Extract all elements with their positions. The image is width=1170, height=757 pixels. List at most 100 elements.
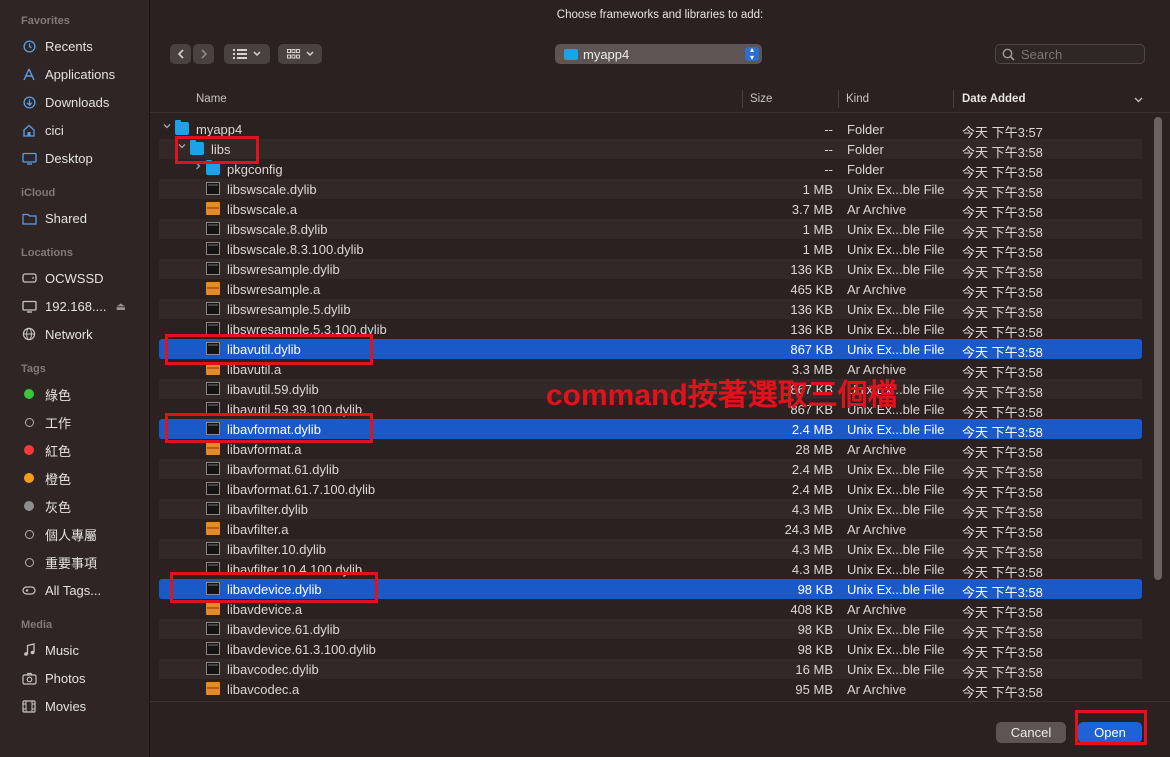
sidebar-item-5-3[interactable]: 灰色 [20, 495, 146, 517]
file-row[interactable]: libswresample.5.dylib 136 KB Unix Ex...ble… [159, 299, 1142, 320]
file-kind: Ar Archive [847, 442, 907, 457]
file-name: libavdevice.61.3.100.dylib [227, 642, 376, 657]
sidebar-item-3-2[interactable]: Network [20, 323, 146, 345]
chevron-down-icon [253, 51, 261, 57]
file-row[interactable]: libswscale.dylib 1 MB Unix Ex...ble File 今天… [159, 179, 1142, 200]
sidebar-item-2-2[interactable]: 192.168.... ⏏ [20, 295, 146, 317]
archive-file-icon [206, 522, 220, 535]
file-name: libavdevice.61.dylib [227, 622, 340, 637]
file-kind: Unix Ex...ble File [847, 502, 945, 517]
file-size: 2.4 MB [791, 422, 833, 437]
column-header-date-added[interactable]: Date Added [962, 93, 1025, 105]
sidebar-item-2-4[interactable]: Photos [20, 667, 146, 689]
file-row[interactable]: libavcodec.a 95 MB Ar Archive 今天 下午3:58 [159, 679, 1142, 700]
executable-file-icon [206, 662, 220, 675]
file-row[interactable]: libavformat.61.dylib 2.4 MB Unix Ex...ble … [159, 459, 1142, 480]
file-row[interactable]: libavfilter.10.dylib 4.3 MB Unix Ex...ble … [159, 539, 1142, 560]
sidebar-item-1-3[interactable]: 綠色 [20, 383, 146, 405]
search-field[interactable]: Search [995, 44, 1145, 64]
executable-file-icon [206, 482, 220, 495]
file-size: 136 KB [790, 322, 833, 337]
file-row[interactable]: libswresample.dylib 136 KB Unix Ex...ble F… [159, 259, 1142, 280]
file-name: libavformat.61.dylib [227, 462, 339, 477]
file-kind: Ar Archive [847, 602, 907, 617]
disclosure-expanded-icon[interactable] [163, 122, 171, 133]
sidebar-item-3-3[interactable]: 紅色 [20, 439, 146, 461]
file-row[interactable]: libavdevice.61.dylib 98 KB Unix Ex...ble F… [159, 619, 1142, 640]
scrollbar[interactable] [1154, 117, 1162, 580]
column-header-name[interactable]: Name [196, 93, 227, 105]
path-popup[interactable]: myapp4 ▴ ▾ [555, 44, 762, 64]
file-row[interactable]: libswscale.8.3.100.dylib 1 MB Unix Ex...bl… [159, 239, 1142, 260]
column-header-kind[interactable]: Kind [846, 93, 869, 105]
executable-file-icon [206, 222, 220, 235]
forward-button[interactable] [193, 44, 214, 64]
file-row[interactable]: libs -- Folder 今天 下午3:58 [159, 139, 1142, 160]
file-size: 136 KB [790, 262, 833, 277]
sidebar-item-4-0[interactable]: cici [20, 119, 146, 141]
sidebar-item-5-0[interactable]: Desktop [20, 147, 146, 169]
list-view-icon [233, 49, 247, 59]
tag-color-icon [20, 445, 38, 455]
archive-file-icon [206, 442, 220, 455]
sidebar-item-1-2[interactable]: OCWSSD [20, 267, 146, 289]
file-name: libswscale.a [227, 202, 298, 217]
sidebar-item-label: 橙色 [45, 471, 72, 487]
dialog-title: Choose frameworks and libraries to add: [556, 9, 764, 21]
file-size: 867 KB [790, 342, 833, 357]
file-row[interactable]: myapp4 -- Folder 今天 下午3:57 [159, 119, 1142, 140]
sidebar-item-7-3[interactable]: 重要事項 [20, 551, 146, 573]
file-name: libswresample.dylib [227, 262, 340, 277]
sidebar-item-1-4[interactable]: Music [20, 639, 146, 661]
sidebar-item-1-1[interactable]: Shared [20, 207, 146, 229]
file-row[interactable]: libavcodec.dylib 16 MB Unix Ex...ble File 今… [159, 659, 1142, 680]
sidebar-item-label: 灰色 [45, 499, 72, 515]
clock-icon [20, 39, 38, 53]
file-size: 98 KB [797, 582, 833, 597]
sidebar-section-icloud: iCloud [21, 187, 56, 199]
sidebar-item-6-3[interactable]: 個人專屬 [20, 523, 146, 545]
group-button[interactable] [278, 44, 322, 64]
sidebar-item-2-3[interactable]: 工作 [20, 411, 146, 433]
eject-icon[interactable]: ⏏ [116, 300, 126, 313]
sidebar-item-label: Desktop [45, 150, 93, 166]
column-header-size[interactable]: Size [750, 93, 772, 105]
column-headers: Name Size Kind Date Added [150, 86, 1170, 113]
file-row[interactable]: libswscale.8.dylib 1 MB Unix Ex...ble File… [159, 219, 1142, 240]
sidebar-item-8-3[interactable]: All Tags... [20, 579, 146, 601]
sidebar-item-2-0[interactable]: Applications [20, 63, 146, 85]
sidebar-item-3-4[interactable]: Movies [20, 695, 146, 717]
sidebar-item-4-3[interactable]: 橙色 [20, 467, 146, 489]
file-size: 1 MB [802, 182, 833, 197]
sidebar-item-label: All Tags... [45, 582, 102, 598]
file-name: libavformat.a [227, 442, 302, 457]
file-size: 465 KB [790, 282, 833, 297]
file-kind: Unix Ex...ble File [847, 542, 945, 557]
updown-chevron-icon: ▴ ▾ [745, 46, 759, 62]
file-row[interactable]: libavformat.61.7.100.dylib 2.4 MB Unix Ex.… [159, 479, 1142, 500]
archive-file-icon [206, 602, 220, 615]
file-row[interactable]: libavdevice.61.3.100.dylib 98 KB Unix Ex..… [159, 639, 1142, 660]
file-row[interactable]: libavfilter.a 24.3 MB Ar Archive 今天 下午3:58 [159, 519, 1142, 540]
file-row[interactable]: libswscale.a 3.7 MB Ar Archive 今天 下午3:58 [159, 199, 1142, 220]
file-row[interactable]: pkgconfig -- Folder 今天 下午3:58 [159, 159, 1142, 180]
sidebar-item-3-0[interactable]: Downloads [20, 91, 146, 113]
back-button[interactable] [170, 44, 191, 64]
file-kind: Unix Ex...ble File [847, 662, 945, 677]
file-row[interactable]: libavfilter.dylib 4.3 MB Unix Ex...ble Fil… [159, 499, 1142, 520]
file-row[interactable]: libswresample.a 465 KB Ar Archive 今天 下午3:58 [159, 279, 1142, 300]
sidebar-section-media: Media [21, 619, 53, 631]
executable-file-icon [206, 502, 220, 515]
view-mode-list-button[interactable] [224, 44, 270, 64]
file-kind: Ar Archive [847, 202, 907, 217]
sidebar-item-label: 綠色 [45, 387, 72, 403]
file-kind: Unix Ex...ble File [847, 242, 945, 257]
cancel-button[interactable]: Cancel [996, 722, 1066, 743]
file-kind: Unix Ex...ble File [847, 562, 945, 577]
shared-folder-icon [20, 212, 38, 225]
file-name: pkgconfig [227, 162, 283, 177]
file-size: 16 MB [795, 662, 833, 677]
sidebar-item-1-0[interactable]: Recents [20, 35, 146, 57]
file-kind: Unix Ex...ble File [847, 222, 945, 237]
file-size: 2.4 MB [791, 482, 833, 497]
